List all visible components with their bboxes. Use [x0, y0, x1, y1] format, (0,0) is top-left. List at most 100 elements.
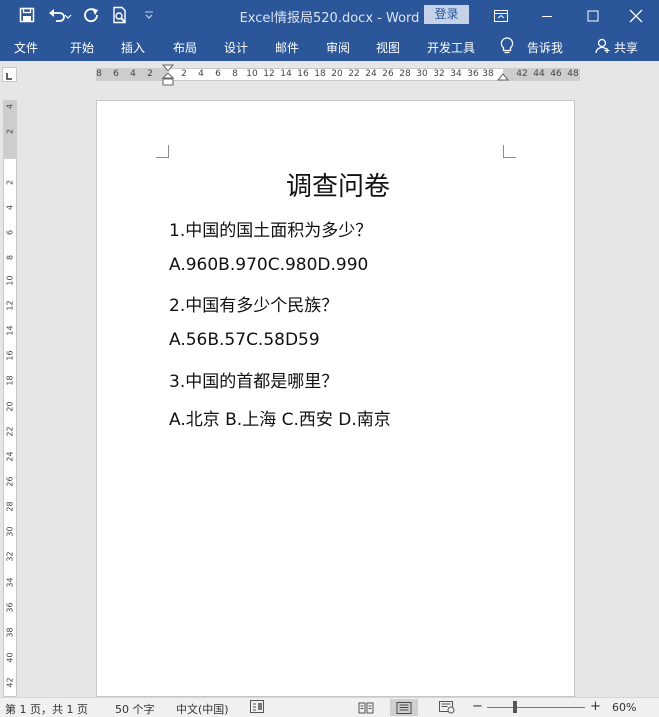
crop-mark-top-left [156, 145, 169, 158]
ruler-number: 38 [5, 627, 15, 638]
share-button[interactable]: 共享 [614, 39, 638, 56]
doc-answer-1[interactable]: A.960B.970C.980D.990 [169, 255, 368, 275]
read-mode-icon[interactable] [352, 699, 380, 716]
zoom-out-button[interactable]: − [472, 699, 483, 714]
ruler-number: 42 [5, 677, 15, 688]
ruler-number: 30 [416, 69, 428, 79]
ruler-number: 24 [5, 451, 15, 462]
doc-question-1[interactable]: 1.中国的国土面积为多少？ [169, 216, 372, 241]
ruler-number: 22 [348, 69, 360, 79]
login-button[interactable]: 登录 [424, 5, 469, 24]
ruler-number: 34 [5, 577, 15, 588]
ruler-number: 30 [5, 526, 15, 537]
ruler-number: 28 [5, 501, 15, 512]
ruler-number: 4 [5, 103, 15, 110]
lightbulb-icon[interactable] [500, 37, 514, 57]
zoom-in-button[interactable]: + [590, 699, 601, 714]
ruler-number: 32 [5, 551, 15, 562]
ruler-number: 4 [130, 69, 136, 79]
doc-question-3[interactable]: 3.中国的首都是哪里？ [169, 367, 338, 392]
tab-layout[interactable]: 布局 [173, 39, 197, 56]
ruler-number: 24 [365, 69, 377, 79]
undo-icon[interactable] [44, 4, 76, 26]
ruler-number: 44 [533, 69, 545, 79]
zoom-level[interactable]: 60% [612, 701, 636, 714]
ruler-number: 16 [297, 69, 309, 79]
ruler-number: 18 [314, 69, 326, 79]
tab-design[interactable]: 设计 [224, 39, 248, 56]
customize-qat-icon[interactable] [140, 4, 158, 26]
tab-stop-selector[interactable] [2, 67, 17, 82]
ruler-number: 34 [450, 69, 462, 79]
ruler-number: 42 [516, 69, 528, 79]
print-preview-icon[interactable] [108, 4, 132, 26]
ruler-number: 40 [5, 652, 15, 663]
zoom-slider[interactable] [487, 707, 585, 708]
ruler-number: 26 [382, 69, 394, 79]
ruler-number: 12 [263, 69, 275, 79]
page-count[interactable]: 第 1 页，共 1 页 [5, 701, 88, 717]
ruler-number: 14 [280, 69, 292, 79]
tell-me-search[interactable]: 告诉我 [527, 39, 563, 56]
ruler-number: 26 [5, 476, 15, 487]
ruler-number: 46 [550, 69, 562, 79]
document-heading[interactable]: 调查问卷 [0, 166, 659, 203]
ruler-number: 32 [433, 69, 445, 79]
ruler-number: 6 [215, 69, 221, 79]
tab-review[interactable]: 审阅 [326, 39, 350, 56]
print-layout-icon[interactable] [390, 699, 418, 716]
ruler-number: 10 [5, 275, 15, 286]
ruler-number: 16 [5, 350, 15, 361]
ruler-number: 38 [482, 69, 494, 79]
zoom-slider-thumb[interactable] [513, 701, 517, 713]
ruler-number: 48 [567, 69, 579, 79]
tab-insert[interactable]: 插入 [121, 39, 145, 56]
word-count[interactable]: 50 个字 [115, 701, 155, 717]
macro-record-icon[interactable] [250, 700, 264, 716]
web-layout-icon[interactable] [433, 699, 461, 716]
ruler-number: 10 [246, 69, 258, 79]
indent-markers-icon[interactable] [162, 64, 174, 90]
minimize-icon[interactable] [524, 0, 570, 31]
ruler-number: 4 [198, 69, 204, 79]
ruler-number: 14 [5, 325, 15, 336]
document-name: Excel情报局520.docx [239, 11, 374, 26]
ruler-number: 2 [181, 69, 187, 79]
ruler-number: 22 [5, 426, 15, 437]
ruler-number: 6 [5, 229, 15, 236]
close-icon[interactable] [613, 0, 659, 31]
tab-developer[interactable]: 开发工具 [427, 39, 475, 56]
ruler-number: 36 [467, 69, 479, 79]
tab-view[interactable]: 视图 [376, 39, 400, 56]
ruler-number: 8 [232, 69, 238, 79]
save-icon[interactable] [14, 4, 40, 26]
ruler-number: 28 [399, 69, 411, 79]
ribbon-display-options-icon[interactable] [478, 0, 524, 31]
redo-icon[interactable] [80, 4, 102, 26]
title-bar: Excel情报局520.docx - Word 登录 [0, 0, 659, 31]
maximize-icon[interactable] [570, 0, 616, 31]
status-bar: 第 1 页，共 1 页 50 个字 中文(中国) − + 60% [0, 697, 659, 717]
language-indicator[interactable]: 中文(中国) [176, 701, 229, 717]
ruler-number: 18 [5, 375, 15, 386]
ruler-number: 20 [5, 401, 15, 412]
ruler-number: 20 [331, 69, 343, 79]
doc-question-2[interactable]: 2.中国有多少个民族？ [169, 291, 338, 316]
app-name: Word [385, 11, 420, 26]
right-indent-icon[interactable] [497, 73, 509, 83]
ruler-number: 6 [113, 69, 119, 79]
title-separator: - [373, 11, 386, 26]
ruler-number: 8 [5, 254, 15, 261]
ruler-number: 12 [5, 300, 15, 311]
crop-mark-top-right [503, 145, 516, 158]
ribbon-tabs: 文件 开始 插入 布局 设计 邮件 审阅 视图 开发工具 告诉我 共享 [0, 31, 659, 61]
doc-answer-3[interactable]: A.北京 B.上海 C.西安 D.南京 [169, 405, 391, 430]
ruler-number: 36 [5, 602, 15, 613]
tab-home[interactable]: 开始 [70, 39, 94, 56]
share-user-icon[interactable] [595, 38, 611, 57]
tab-file[interactable]: 文件 [14, 39, 38, 56]
doc-answer-2[interactable]: A.56B.57C.58D59 [169, 330, 320, 350]
ruler-number: 2 [147, 69, 153, 79]
tab-mailings[interactable]: 邮件 [275, 39, 299, 56]
ruler-number: 8 [96, 69, 102, 79]
